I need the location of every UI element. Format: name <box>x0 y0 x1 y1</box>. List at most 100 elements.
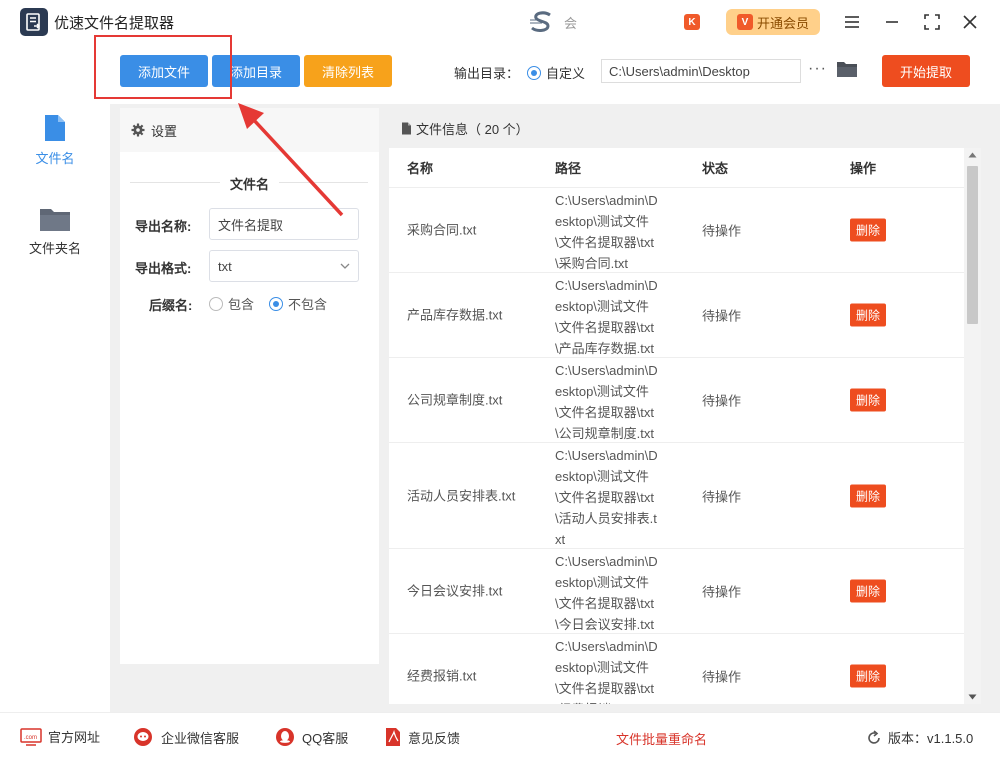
output-custom-radio[interactable]: 自定义 <box>527 63 585 82</box>
version-info: 版本：v1.1.5.0 <box>866 728 973 747</box>
table-row: 经费报销.txt C:\Users\admin\D esktop\测试文件 \文件名提… <box>389 634 964 704</box>
file-info-title: 文件信息（ 20 个） <box>416 121 529 137</box>
scrollbar-thumb[interactable] <box>967 166 978 324</box>
output-dir-label: 输出目录： <box>454 66 520 81</box>
k-badge-icon[interactable]: K <box>684 14 700 30</box>
feedback-link[interactable]: 意见反馈 <box>384 727 460 747</box>
column-header-name: 名称 <box>407 161 434 176</box>
suffix-exclude-label: 不包含 <box>288 297 328 312</box>
qq-support-link[interactable]: QQ客服 <box>274 727 348 747</box>
file-path-line: \文件名提取器\txt <box>555 320 654 335</box>
website-label: 官方网址 <box>48 730 101 745</box>
file-name: 采购合同.txt <box>407 222 477 238</box>
file-path-line: \文件名提取器\txt <box>555 681 654 696</box>
website-link[interactable]: .com 官方网址 <box>20 727 100 746</box>
website-icon: .com <box>20 727 42 746</box>
column-header-path: 路径 <box>555 161 582 176</box>
suffix-exclude-radio[interactable] <box>269 296 284 311</box>
suffix-include-label: 包含 <box>228 297 255 312</box>
scrollbar[interactable] <box>964 148 981 704</box>
clear-list-button[interactable]: 清除列表 <box>304 55 392 87</box>
nav-item-foldername[interactable]: 文件夹名 <box>0 206 110 276</box>
file-path-line: xt <box>555 532 566 547</box>
suffix-label: 后缀名: <box>149 298 193 313</box>
file-path-line: esktop\测试文件 <box>555 660 649 675</box>
vip-button[interactable]: V 开通会员 <box>726 9 820 35</box>
file-status: 待操作 <box>702 223 742 239</box>
table-row: 活动人员安排表.txt C:\Users\admin\D esktop\测试文件 \文… <box>389 443 964 549</box>
vip-label: 开通会员 <box>756 15 809 31</box>
delete-button[interactable]: 删除 <box>850 664 887 688</box>
export-format-select[interactable]: txt <box>209 250 359 282</box>
file-status: 待操作 <box>702 584 742 600</box>
section-title: 文件名 <box>120 174 379 193</box>
wechat-support-link[interactable]: 企业微信客服 <box>133 727 239 747</box>
menu-icon[interactable] <box>840 10 864 34</box>
file-path-line: \经费报销.txt <box>555 699 671 704</box>
delete-button[interactable]: 删除 <box>850 218 887 242</box>
delete-button[interactable]: 删除 <box>850 388 887 412</box>
nav-label-foldername: 文件夹名 <box>28 241 81 256</box>
brand-mark: 会 <box>528 10 577 34</box>
table-row: 产品库存数据.txt C:\Users\admin\D esktop\测试文件 \文件… <box>389 273 964 358</box>
export-name-input[interactable]: 文件名提取 <box>209 208 359 240</box>
svg-text:.com: .com <box>24 735 37 741</box>
highlight-box <box>94 35 232 99</box>
start-extract-button[interactable]: 开始提取 <box>882 55 970 87</box>
file-path-line: C:\Users\admin\D <box>555 193 658 208</box>
radio-custom-checked[interactable] <box>527 65 541 80</box>
maximize-icon[interactable] <box>920 10 944 34</box>
vip-badge-icon: V <box>736 14 753 30</box>
refresh-icon[interactable] <box>866 729 882 746</box>
delete-button[interactable]: 删除 <box>850 579 887 603</box>
file-path-line: esktop\测试文件 <box>555 469 649 484</box>
scroll-down-icon[interactable] <box>968 694 977 700</box>
batch-rename-link[interactable]: 文件批量重命名 <box>616 729 707 748</box>
file-info-header: 文件信息（ 20 个） <box>389 108 981 148</box>
file-path-line: \公司规章制度.txt <box>555 426 654 441</box>
qq-label: QQ客服 <box>302 730 349 746</box>
file-name: 产品库存数据.txt <box>407 307 503 323</box>
table-row: 今日会议安排.txt C:\Users\admin\D esktop\测试文件 \文件… <box>389 549 964 634</box>
file-status: 待操作 <box>702 489 742 504</box>
file-path-line: esktop\测试文件 <box>555 214 649 229</box>
export-format-label: 导出格式: <box>135 261 192 276</box>
export-name-label: 导出名称: <box>135 219 192 234</box>
browse-folder-icon[interactable] <box>836 60 858 81</box>
output-path-input[interactable] <box>601 59 801 83</box>
file-path: C:\Users\admin\D esktop\测试文件 \文件名提取器\txt \公… <box>555 360 671 444</box>
wechat-icon <box>134 728 152 746</box>
file-name: 公司规章制度.txt <box>407 392 503 408</box>
nav-item-filename[interactable]: 文件名 <box>0 114 110 184</box>
file-path-line: C:\Users\admin\D <box>555 363 658 378</box>
delete-button[interactable]: 删除 <box>850 303 887 327</box>
file-icon <box>45 115 65 141</box>
qq-icon <box>276 728 294 746</box>
close-icon[interactable] <box>958 10 982 34</box>
folder-icon <box>40 209 70 231</box>
file-path-line: C:\Users\admin\D <box>555 278 658 293</box>
file-path: C:\Users\admin\D esktop\测试文件 \文件名提取器\txt \今… <box>555 551 671 635</box>
column-header-status: 状态 <box>702 161 729 176</box>
suffix-include-radio[interactable] <box>209 296 223 311</box>
settings-panel: 设置 文件名 导出名称: 文件名提取 导出格式: txt 后缀名: 包含 不包含 <box>120 108 379 664</box>
table-header: 名称 路径 状态 操作 <box>389 148 964 188</box>
file-path-line: esktop\测试文件 <box>555 384 649 399</box>
file-path-line: C:\Users\admin\D <box>555 448 658 463</box>
more-icon[interactable]: ··· <box>808 60 827 78</box>
feedback-label: 意见反馈 <box>408 730 461 746</box>
wechat-label: 企业微信客服 <box>161 730 240 746</box>
feedback-icon <box>386 728 400 746</box>
brand-s-icon <box>530 11 551 32</box>
settings-title: 设置 <box>151 123 178 139</box>
scroll-up-icon[interactable] <box>968 152 977 158</box>
app-logo-icon <box>20 8 48 36</box>
file-status: 待操作 <box>702 393 742 409</box>
file-name: 经费报销.txt <box>407 668 477 684</box>
file-path-line: C:\Users\admin\D <box>555 554 658 569</box>
suffix-options: 包含 不包含 <box>209 294 327 313</box>
footer: .com 官方网址 企业微信客服 QQ客服 意见反馈 文件批量重命名 版本：v1… <box>0 712 1000 760</box>
file-name: 活动人员安排表.txt <box>407 488 516 503</box>
delete-button[interactable]: 删除 <box>850 484 887 507</box>
minimize-icon[interactable] <box>880 10 904 34</box>
